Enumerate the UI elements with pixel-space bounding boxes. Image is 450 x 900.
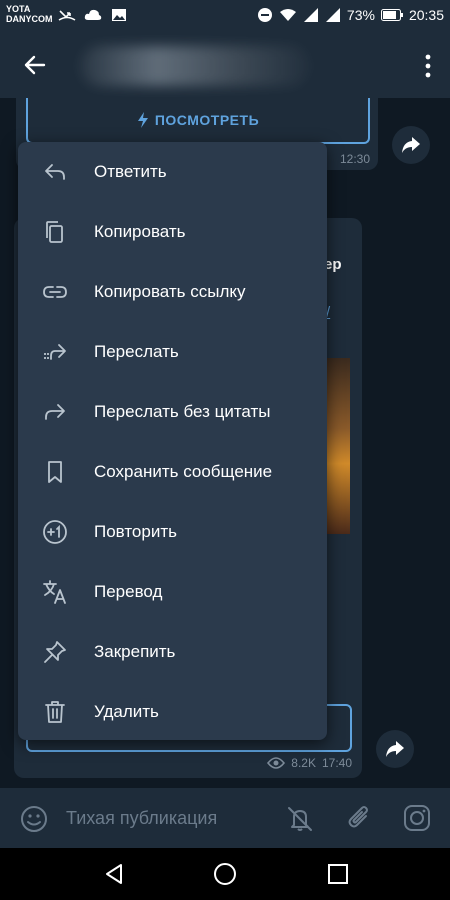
plus-one-icon [42,519,68,545]
missed-call-icon [58,10,76,21]
bookmark-icon [42,459,68,485]
carrier-line-1: YOTA [6,4,31,14]
message-input-bar: Тихая публикация [0,788,450,848]
carrier-name: YOTA DANYCOM [6,4,53,24]
view-count: 8.2K [291,756,316,770]
menu-item-translate[interactable]: Перевод [18,562,327,622]
trash-icon [42,699,68,725]
menu-item-label: Сохранить сообщение [94,462,273,481]
message-time: 12:30 [339,152,370,166]
menu-item-label: Перевод [94,582,163,601]
channel-title-blurred[interactable] [80,46,310,86]
menu-item-label: Копировать ссылку [94,282,246,301]
cloud-icon [84,9,102,20]
bell-off-icon[interactable] [286,805,314,833]
battery-icon [380,9,403,21]
menu-item-forward-no-quote[interactable]: Переслать без цитаты [18,382,327,442]
status-right: 73% 20:35 [257,7,444,23]
system-nav-bar [0,848,450,900]
menu-item-pin[interactable]: Закрепить [18,622,327,682]
post-time: 17:40 [321,756,352,770]
reply-icon [42,159,68,185]
menu-item-label: Переслать без цитаты [94,402,271,421]
menu-item-delete[interactable]: Удалить [18,682,327,742]
emoji-icon[interactable] [20,805,48,833]
copy-icon [42,219,68,245]
forward-multiple-icon [42,339,68,365]
lightning-icon [137,112,148,128]
nav-back-icon[interactable] [102,862,126,886]
instagram-icon[interactable] [403,804,431,832]
menu-item-label: Повторить [94,522,177,541]
post-image[interactable] [326,358,350,534]
nav-recents-icon[interactable] [326,862,350,886]
notification-icons [58,7,128,23]
menu-item-reply[interactable]: Ответить [18,142,327,202]
menu-item-repeat[interactable]: Повторить [18,502,327,562]
share-button-post[interactable] [376,730,414,768]
menu-item-copy[interactable]: Копировать [18,202,327,262]
menu-item-label: Переслать [94,342,179,361]
menu-item-label: Ответить [94,162,167,181]
share-button[interactable] [392,126,430,164]
pin-icon [42,639,68,665]
carrier-line-2: DANYCOM [6,14,53,24]
post-meta: 8.2K 17:40 [267,756,352,770]
nav-home-icon[interactable] [213,862,237,886]
chat-header [0,32,450,98]
more-vertical-icon[interactable] [424,52,432,80]
menu-item-copy-link[interactable]: Копировать ссылку [18,262,327,322]
menu-item-save[interactable]: Сохранить сообщение [18,442,327,502]
menu-item-forward[interactable]: Переслать [18,322,327,382]
forward-icon [42,399,68,425]
wifi-icon [279,9,296,21]
context-menu: Ответить Копировать Копировать ссылку Пе… [18,142,327,740]
paperclip-icon[interactable] [346,804,374,832]
signal-icon-1 [303,8,318,22]
status-bar: YOTA DANYCOM 73% 20:35 [0,0,450,32]
view-button-label: ПОСМОТРЕТЬ [154,112,260,128]
arrow-left-icon[interactable] [22,52,48,78]
message-input[interactable]: Тихая публикация [66,808,217,829]
do-not-disturb-icon [257,8,272,22]
menu-item-label: Удалить [94,702,159,721]
battery-percent: 73% [346,7,375,23]
view-button[interactable]: ПОСМОТРЕТЬ [26,98,370,144]
eye-icon [267,757,286,769]
image-icon [112,9,126,21]
menu-item-label: Копировать [94,222,186,241]
signal-icon-2 [325,8,340,22]
clock: 20:35 [408,7,444,23]
link-icon [42,279,68,305]
share-arrow-icon [402,137,420,153]
translate-icon [42,579,68,605]
share-arrow-icon [386,741,404,757]
menu-item-label: Закрепить [94,642,176,661]
